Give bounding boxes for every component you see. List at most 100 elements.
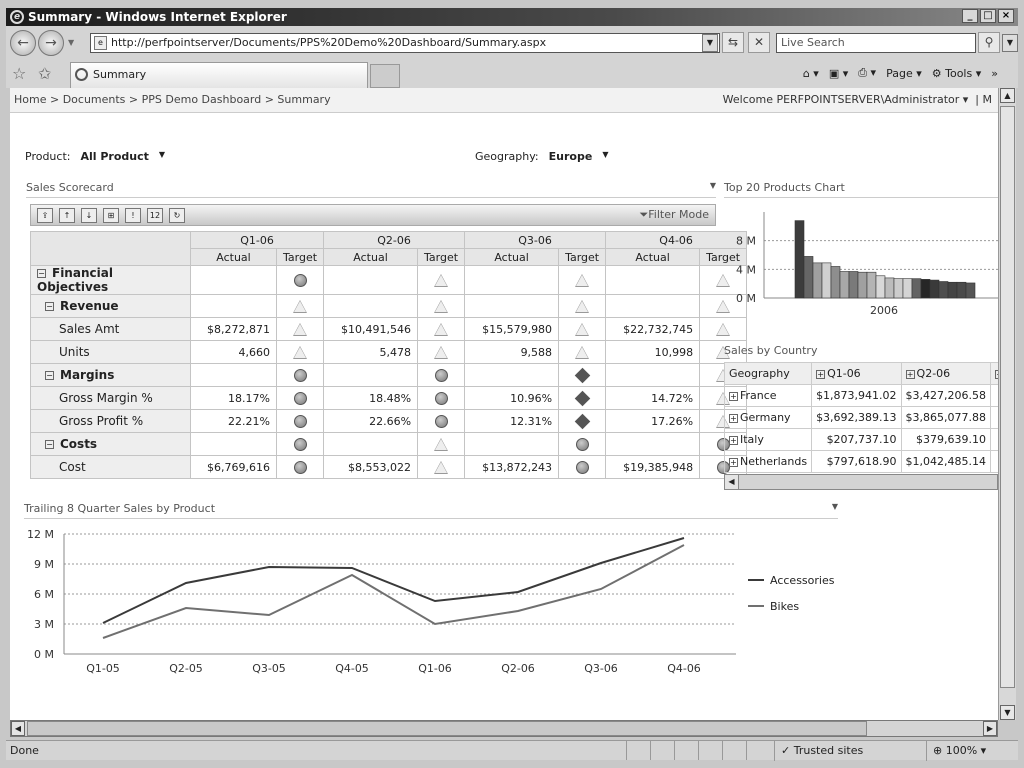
- vertical-scrollbar[interactable]: ▲ ▼: [998, 88, 1016, 720]
- scroll-left-icon[interactable]: ◀: [11, 721, 25, 736]
- scroll-thumb[interactable]: [27, 721, 867, 736]
- home-icon[interactable]: ⌂ ▾: [803, 67, 819, 80]
- table-row: +Netherlands$797,618.90$1,042,485.14$2,3: [723, 450, 998, 473]
- tab-summary[interactable]: Summary: [70, 62, 368, 88]
- collapse-icon[interactable]: −: [45, 302, 54, 311]
- refresh-button[interactable]: ⇆: [722, 32, 744, 53]
- country-table-scrollbar[interactable]: ◀: [724, 474, 998, 490]
- kpi-group-label[interactable]: − Revenue: [30, 294, 191, 318]
- sort-descending-icon[interactable]: ↓: [81, 207, 97, 223]
- bar: [821, 262, 832, 299]
- kpi-group-label[interactable]: − Financial Objectives: [30, 265, 191, 295]
- geography-filter[interactable]: Geography: Europe ▼: [475, 150, 608, 163]
- status-triangle-icon: [293, 299, 308, 313]
- filter-mode-button[interactable]: ⏷Filter Mode: [639, 208, 709, 222]
- expand-icon[interactable]: +: [729, 391, 738, 401]
- number-format-icon[interactable]: 12: [147, 207, 163, 223]
- search-options-button[interactable]: ▼: [1002, 34, 1018, 52]
- target-indicator: [275, 386, 325, 410]
- collapse-icon[interactable]: −: [37, 269, 46, 278]
- target-header: Target: [558, 248, 607, 266]
- alert-icon[interactable]: !: [125, 207, 141, 223]
- scorecard-row: Units 4,660 5,478 9,588 10,998: [30, 340, 748, 364]
- print-icon[interactable]: ⎙ ▾: [858, 66, 876, 80]
- stop-button[interactable]: ✕: [748, 32, 770, 53]
- expand-icon[interactable]: +: [729, 435, 738, 445]
- expand-icon[interactable]: +: [816, 369, 826, 379]
- y-tick-label: 6 M: [34, 588, 54, 601]
- column-header[interactable]: + Q2-06: [900, 362, 992, 385]
- country-cell[interactable]: + Netherlands: [723, 450, 813, 473]
- country-cell[interactable]: + Germany: [723, 406, 813, 429]
- search-button[interactable]: ⚲: [978, 32, 1000, 53]
- scroll-thumb[interactable]: [1000, 106, 1015, 688]
- scroll-up-icon[interactable]: ▲: [1000, 88, 1015, 103]
- bar: [911, 278, 922, 299]
- minimize-button[interactable]: _: [962, 9, 978, 23]
- bar: [947, 281, 958, 299]
- page-content: Home > Documents > PPS Demo Dashboard > …: [10, 88, 998, 720]
- maximize-button[interactable]: □: [980, 9, 996, 23]
- column-header[interactable]: +Q3: [990, 362, 998, 385]
- chevron-down-icon[interactable]: ▼: [602, 150, 608, 159]
- actual-value: [605, 265, 701, 295]
- close-button[interactable]: ×: [998, 9, 1014, 23]
- scorecard-menu-icon[interactable]: ▼: [710, 181, 716, 190]
- x-tick-label: Q2-05: [169, 662, 203, 675]
- target-indicator: [558, 432, 607, 456]
- expand-icon[interactable]: +: [729, 457, 738, 467]
- scorecard-row: Cost $6,769,616 $8,553,022 $13,872,243 $19,3…: [30, 455, 748, 479]
- feeds-icon[interactable]: ▣ ▾: [829, 67, 848, 80]
- collapse-icon[interactable]: −: [45, 371, 54, 380]
- horizontal-scrollbar[interactable]: ◀ ▶: [10, 720, 998, 737]
- chart-menu-icon[interactable]: ▼: [832, 502, 838, 511]
- sales-value: $3,427,206.58: [900, 384, 992, 407]
- sales-value: $1,873,941.02: [811, 384, 902, 407]
- x-tick-label: Q1-05: [86, 662, 120, 675]
- scroll-right-icon[interactable]: ▶: [983, 721, 997, 736]
- status-circle-icon: [293, 460, 307, 474]
- country-cell[interactable]: + France: [723, 384, 813, 407]
- forward-button[interactable]: →: [38, 30, 64, 56]
- expand-icon[interactable]: +: [729, 413, 738, 423]
- collapse-icon[interactable]: −: [45, 440, 54, 449]
- column-header[interactable]: + Q1-06: [811, 362, 902, 385]
- chevron-down-icon[interactable]: ▼: [159, 150, 165, 159]
- scroll-left-icon[interactable]: ◀: [725, 475, 739, 489]
- status-triangle-icon: [293, 322, 308, 336]
- kpi-group-label[interactable]: − Costs: [30, 432, 191, 456]
- target-indicator: [275, 432, 325, 456]
- add-favorites-icon[interactable]: ✩: [38, 64, 51, 83]
- sort-ascending-icon[interactable]: ↑: [59, 207, 75, 223]
- chevron-more-icon[interactable]: »: [991, 67, 998, 80]
- expand-icon[interactable]: ⊞: [103, 207, 119, 223]
- top-products-chart: 0 M 4 M 8 M 2006: [736, 212, 998, 317]
- zoom-level-button[interactable]: ⊕ 100% ▾: [926, 741, 986, 761]
- search-input[interactable]: Live Search: [776, 33, 976, 53]
- favorites-star-icon[interactable]: ☆: [12, 64, 26, 83]
- history-dropdown-icon[interactable]: ▼: [68, 38, 74, 47]
- status-text: Done: [10, 744, 39, 757]
- address-bar[interactable]: e http://perfpointserver/Documents/PPS%2…: [90, 33, 720, 53]
- welcome-menu[interactable]: Welcome PERFPOINTSERVER\Administrator ▾ …: [723, 88, 992, 112]
- tools-menu[interactable]: ⚙ Tools ▾: [932, 67, 982, 80]
- actual-value: [605, 363, 701, 387]
- export-icon[interactable]: ⇪: [37, 207, 53, 223]
- country-cell[interactable]: + Italy: [723, 428, 813, 451]
- kpi-label: Units: [30, 340, 191, 364]
- product-filter[interactable]: Product: All Product ▼: [25, 150, 165, 163]
- page-menu[interactable]: Page ▾: [886, 67, 922, 80]
- refresh-icon[interactable]: ↻: [169, 207, 185, 223]
- page-icon: e: [94, 36, 107, 50]
- scroll-down-icon[interactable]: ▼: [1000, 705, 1015, 720]
- breadcrumb[interactable]: Home > Documents > PPS Demo Dashboard > …: [14, 93, 331, 106]
- address-dropdown-button[interactable]: ▼: [702, 34, 718, 52]
- back-button[interactable]: ←: [10, 30, 36, 56]
- status-triangle-icon: [575, 273, 590, 287]
- status-circle-icon: [575, 437, 589, 451]
- expand-icon[interactable]: +: [905, 369, 915, 379]
- new-tab-button[interactable]: [370, 64, 400, 88]
- target-indicator: [275, 317, 325, 341]
- kpi-group-label[interactable]: − Margins: [30, 363, 191, 387]
- quarter-header: Q1-06: [189, 231, 325, 249]
